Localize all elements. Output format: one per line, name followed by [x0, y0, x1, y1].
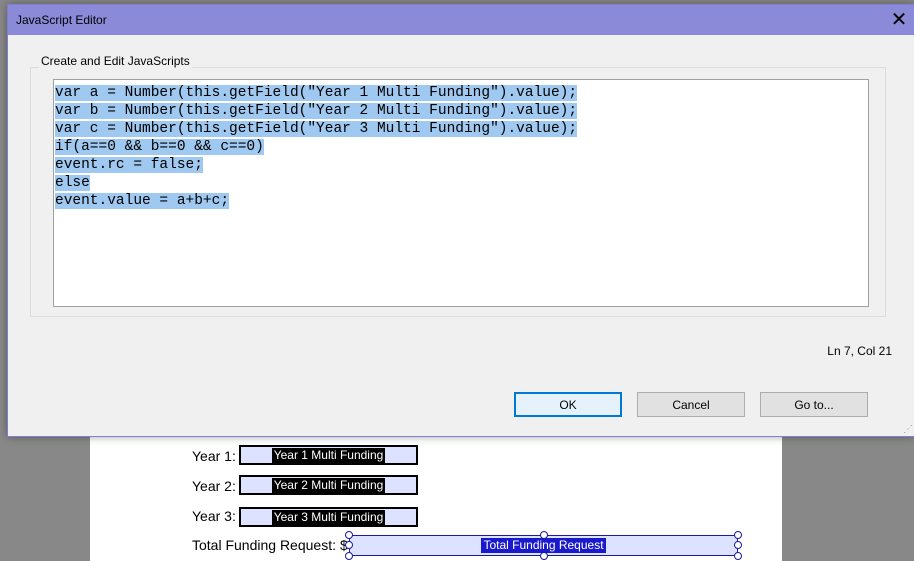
resize-handle-ne[interactable]	[734, 531, 742, 539]
dialog-title: JavaScript Editor	[16, 13, 107, 27]
cancel-button[interactable]: Cancel	[637, 392, 745, 417]
close-icon: ✕	[890, 9, 908, 31]
total-label: Total Funding Request:	[192, 537, 336, 553]
code-editor[interactable]: var a = Number(this.getField("Year 1 Mul…	[53, 79, 869, 307]
resize-grip-icon[interactable]: ⋰	[903, 425, 913, 435]
resize-handle-se[interactable]	[734, 552, 742, 560]
group-label: Create and Edit JavaScripts	[39, 54, 192, 68]
total-field-name: Total Funding Request	[481, 538, 606, 553]
resize-handle-w[interactable]	[345, 541, 353, 549]
code-line: else	[55, 175, 90, 191]
year2-label: Year 2:	[192, 478, 236, 494]
year1-field-name: Year 1 Multi Funding	[271, 447, 386, 463]
year1-label: Year 1:	[192, 448, 236, 464]
resize-handle-sw[interactable]	[345, 552, 353, 560]
code-line: event.value = a+b+c;	[55, 193, 230, 209]
goto-button[interactable]: Go to...	[760, 392, 868, 417]
year1-field[interactable]: Year 1 Multi Funding	[239, 445, 418, 465]
code-line: var a = Number(this.getField("Year 1 Mul…	[55, 85, 578, 101]
close-button[interactable]: ✕	[884, 5, 914, 35]
year3-field[interactable]: Year 3 Multi Funding	[239, 507, 418, 527]
code-line: event.rc = false;	[55, 157, 203, 173]
ok-button[interactable]: OK	[514, 392, 622, 417]
cursor-position-status: Ln 7, Col 21	[827, 344, 892, 358]
dialog-titlebar[interactable]: JavaScript Editor ✕	[8, 5, 914, 35]
code-line: if(a==0 && b==0 && c==0)	[55, 139, 264, 155]
resize-handle-e[interactable]	[734, 541, 742, 549]
resize-handle-s[interactable]	[540, 552, 548, 560]
code-line: var b = Number(this.getField("Year 2 Mul…	[55, 103, 578, 119]
javascript-editor-dialog: JavaScript Editor ✕ Create and Edit Java…	[7, 4, 914, 437]
year3-field-name: Year 3 Multi Funding	[271, 509, 386, 525]
year2-field[interactable]: Year 2 Multi Funding	[239, 475, 418, 495]
resize-handle-nw[interactable]	[345, 531, 353, 539]
year2-field-name: Year 2 Multi Funding	[271, 477, 386, 493]
resize-handle-n[interactable]	[540, 531, 548, 539]
code-line: var c = Number(this.getField("Year 3 Mul…	[55, 121, 578, 137]
year3-label: Year 3:	[192, 508, 236, 524]
code-lines: var a = Number(this.getField("Year 1 Mul…	[55, 84, 578, 210]
